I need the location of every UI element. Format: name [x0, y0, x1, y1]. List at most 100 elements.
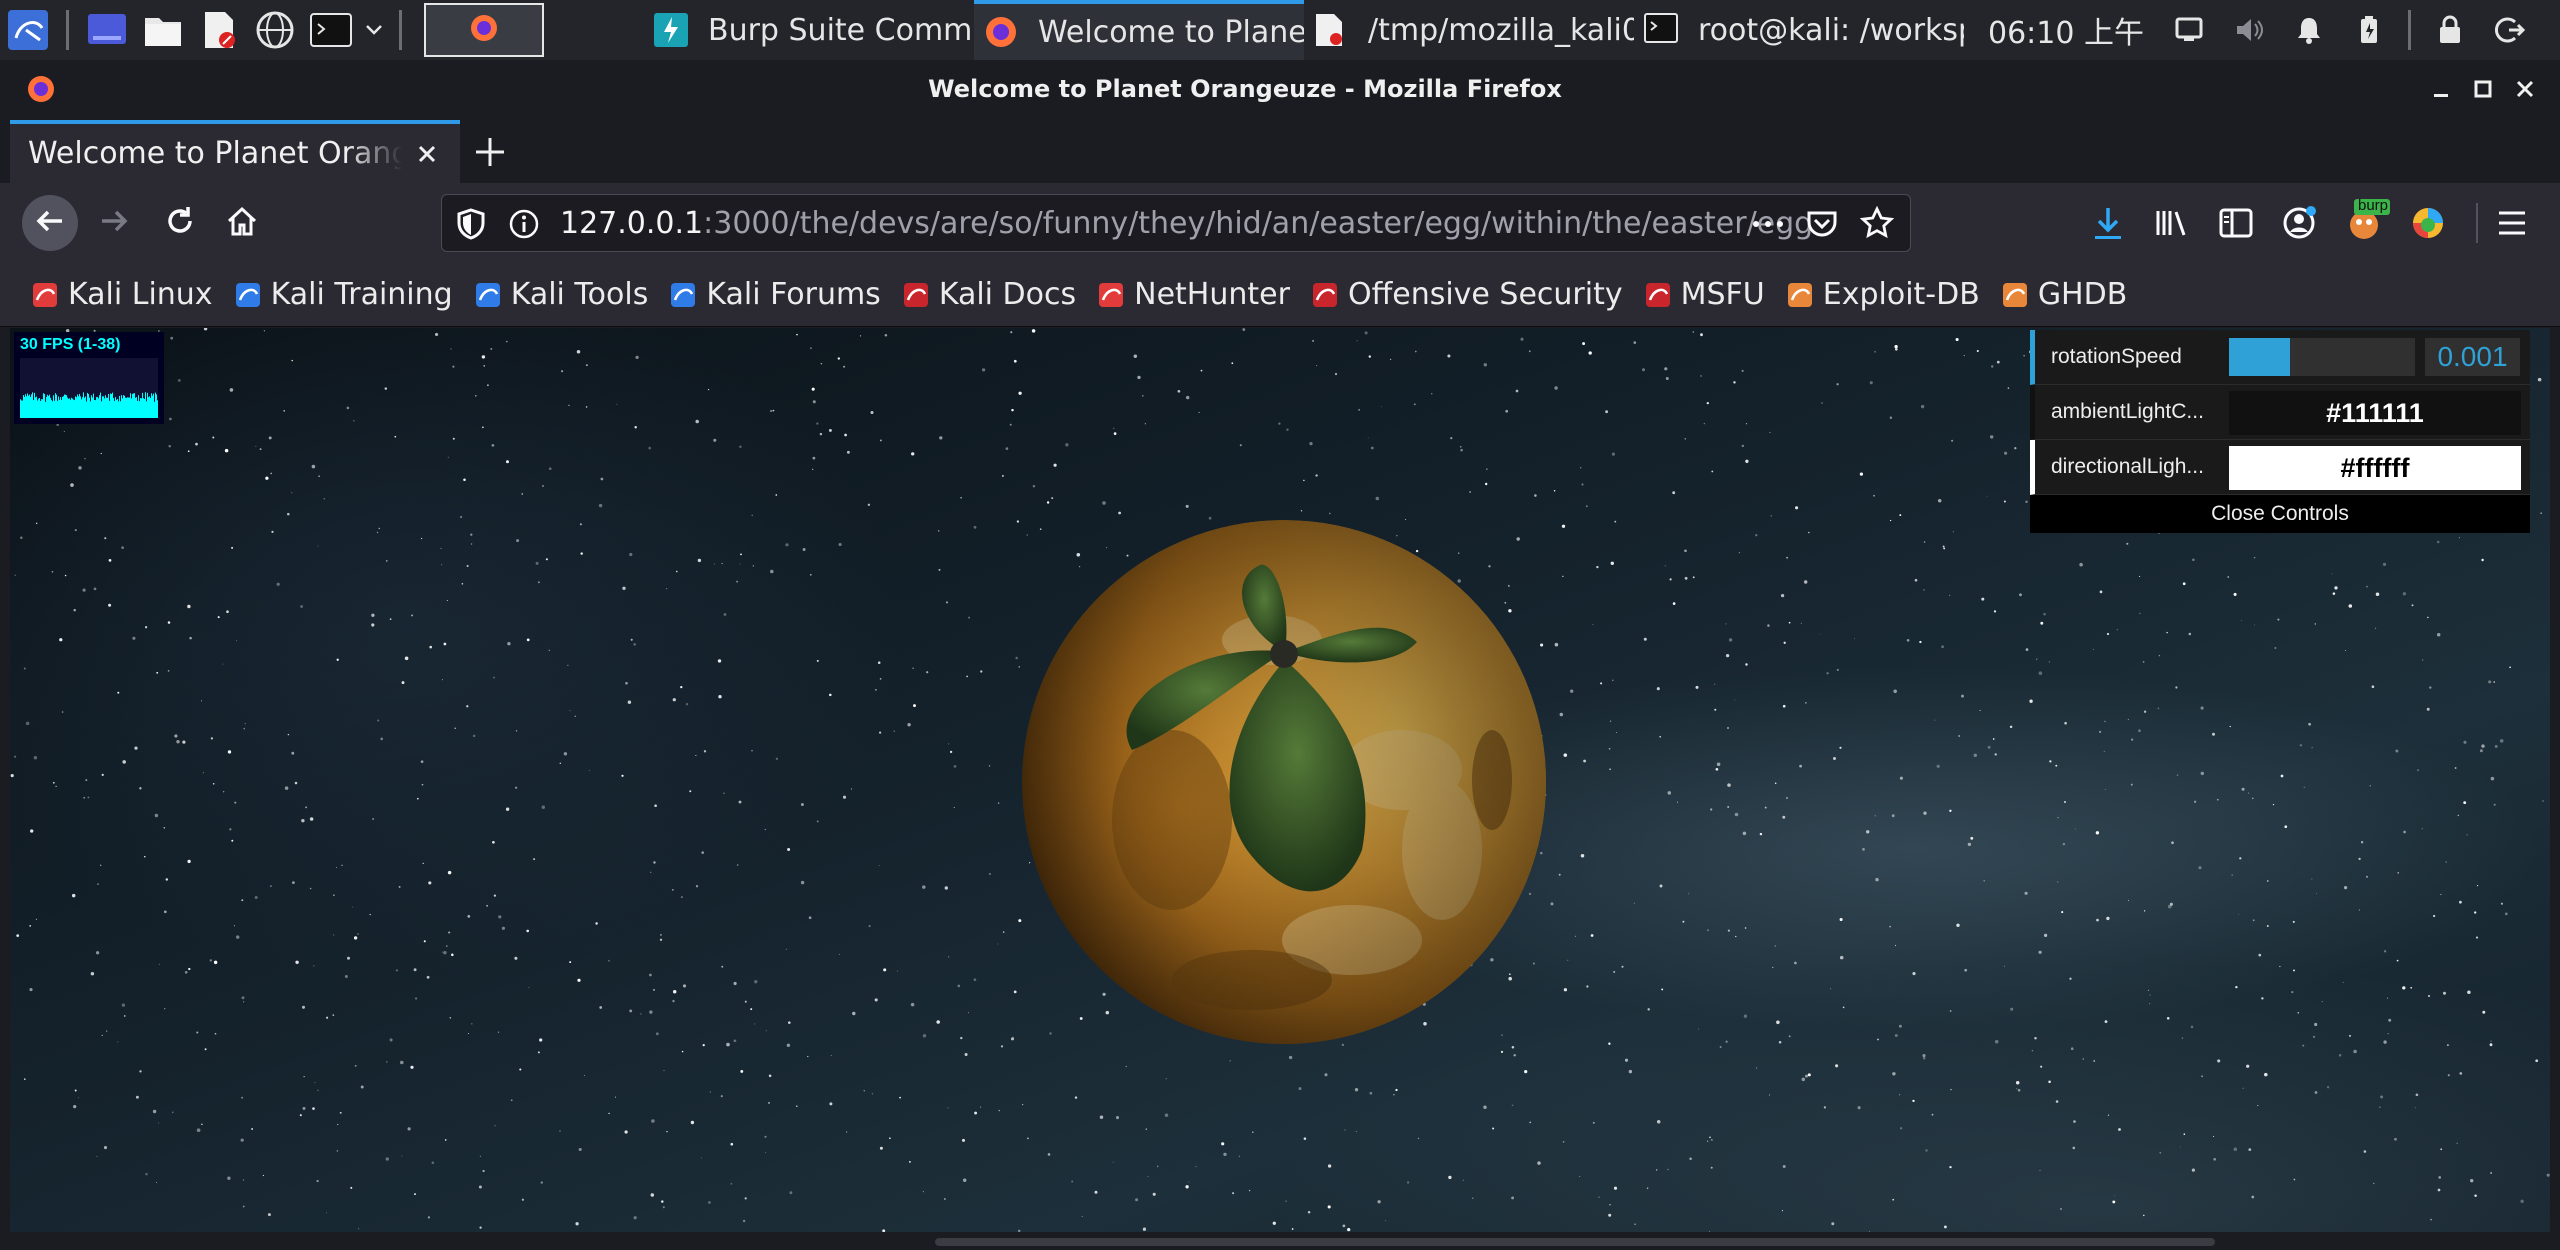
clock[interactable]: 06:10 上午 [1988, 8, 2144, 52]
bookmark-label: Exploit-DB [1822, 277, 1980, 312]
reload-button[interactable] [152, 195, 208, 251]
task-document[interactable]: /tmp/mozilla_kali0... [1304, 0, 1634, 60]
bookmark-label: Kali Tools [510, 277, 649, 312]
directional-light-color-input[interactable]: #ffffff [2229, 446, 2521, 490]
active-firefox-launcher[interactable] [424, 3, 544, 57]
taskbar-separator [66, 10, 69, 50]
bookmark-label: Offensive Security [1347, 277, 1623, 312]
fps-graph [20, 358, 158, 418]
volume-icon[interactable] [2234, 15, 2264, 45]
bookmark-label: GHDB [2037, 277, 2128, 312]
nethunter-icon [1096, 280, 1126, 310]
downloads-icon[interactable] [2090, 205, 2126, 241]
navigation-toolbar: 127.0.0.1:3000/the/devs/are/so/funny/the… [0, 183, 2560, 263]
bookmark-msfu[interactable]: MSFU [1643, 277, 1765, 312]
gui-row-directional-light-color: directionalLigh... #ffffff [2030, 440, 2530, 495]
new-tab-icon[interactable] [470, 132, 510, 172]
launcher-dropdown-icon[interactable] [363, 8, 385, 52]
back-button[interactable] [22, 195, 78, 251]
home-icon [225, 205, 259, 241]
forward-arrow-icon [98, 205, 130, 241]
minimize-icon[interactable] [2430, 78, 2452, 100]
gui-row-ambient-light-color: ambientLightC... #111111 [2030, 385, 2530, 440]
task-terminal[interactable]: root@kali: /worksp... [1634, 0, 1964, 60]
rotation-speed-slider[interactable] [2229, 338, 2415, 376]
close-tab-icon[interactable] [412, 139, 442, 169]
site-info-icon[interactable] [508, 208, 540, 244]
firefox-icon [984, 15, 1018, 49]
ambient-light-color-input[interactable]: #111111 [2229, 391, 2521, 435]
kali-forums-icon [668, 280, 698, 310]
forward-button[interactable] [86, 195, 142, 251]
offsec-icon [1310, 280, 1340, 310]
rotation-speed-input[interactable]: 0.001 [2425, 338, 2520, 376]
maximize-icon[interactable] [2472, 78, 2494, 100]
account-icon[interactable] [2282, 205, 2318, 241]
gui-label-rotation-speed: rotationSpeed [2051, 345, 2182, 368]
msfu-icon [1643, 280, 1673, 310]
bookmark-nethunter[interactable]: NetHunter [1096, 277, 1290, 312]
close-window-icon[interactable] [2514, 78, 2536, 100]
extension-colorful-icon[interactable] [2410, 205, 2446, 241]
reload-icon [164, 205, 196, 241]
webgl-scene[interactable]: 30 FPS (1-38) rotationSpeed 0.001 ambien… [10, 328, 2550, 1232]
close-controls-button[interactable]: Close Controls [2030, 495, 2530, 533]
kali-docs-icon [901, 280, 931, 310]
logout-icon[interactable] [2495, 15, 2525, 45]
gui-label-ambient-light-color: ambientLightC... [2051, 400, 2204, 423]
terminal-launcher-icon[interactable] [309, 8, 353, 52]
library-icon[interactable] [2154, 205, 2190, 241]
kali-menu-icon[interactable] [6, 8, 50, 52]
url-path: :3000/the/devs/are/so/funny/they/hid/an/… [703, 205, 1814, 241]
show-desktop-icon[interactable] [85, 8, 129, 52]
text-editor-icon[interactable] [197, 8, 241, 52]
bookmark-label: NetHunter [1134, 277, 1290, 312]
url-bar[interactable]: 127.0.0.1:3000/the/devs/are/so/funny/the… [441, 194, 1911, 252]
planet-orange[interactable] [1022, 520, 1547, 1045]
window-bottom-border [0, 1232, 2560, 1250]
bookmark-kali-tools[interactable]: Kali Tools [473, 277, 649, 312]
notifications-icon[interactable] [2294, 15, 2324, 45]
battery-icon[interactable] [2354, 15, 2384, 45]
bookmark-offensive-security[interactable]: Offensive Security [1310, 277, 1623, 312]
sidebar-toggle-icon[interactable] [2218, 205, 2254, 241]
bookmarks-toolbar: Kali Linux Kali Training Kali Tools Kali Fo… [0, 263, 2560, 327]
display-icon[interactable] [2174, 15, 2204, 45]
bookmark-label: MSFU [1680, 277, 1765, 312]
tab-strip: Welcome to Planet Orangeuze [0, 118, 2560, 183]
bookmark-kali-forums[interactable]: Kali Forums [668, 277, 881, 312]
kali-training-icon [233, 280, 263, 310]
bookmark-ghdb[interactable]: GHDB [2000, 277, 2128, 312]
bookmark-kali-linux[interactable]: Kali Linux [30, 277, 213, 312]
bookmark-label: Kali Linux [68, 277, 213, 312]
page-actions-ellipsis-icon[interactable] [1748, 208, 1788, 244]
tab-label: Welcome to Planet Orangeuze [28, 136, 402, 171]
bookmark-label: Kali Training [270, 277, 453, 312]
bookmark-kali-training[interactable]: Kali Training [233, 277, 453, 312]
fps-meter[interactable]: 30 FPS (1-38) [14, 332, 164, 424]
home-button[interactable] [214, 195, 270, 251]
task-burp-suite[interactable]: Burp Suite Commu... [644, 0, 974, 60]
tab-planet-orangeuze[interactable]: Welcome to Planet Orangeuze [10, 120, 460, 183]
hamburger-menu-icon[interactable] [2494, 205, 2530, 241]
horizontal-scroll-indicator[interactable] [935, 1238, 2215, 1246]
bookmark-kali-docs[interactable]: Kali Docs [901, 277, 1076, 312]
url-host: 127.0.0.1 [560, 205, 704, 241]
tracking-protection-shield-icon[interactable] [456, 208, 486, 244]
toolbar-separator [2476, 203, 2478, 243]
bookmark-star-icon[interactable] [1859, 205, 1895, 244]
lock-screen-icon[interactable] [2435, 15, 2465, 45]
burp-badge: burp [2358, 197, 2389, 214]
file-manager-icon[interactable] [141, 8, 185, 52]
web-browser-icon[interactable] [253, 8, 297, 52]
exploit-db-icon [1785, 280, 1815, 310]
url-text[interactable]: 127.0.0.1:3000/the/devs/are/so/funny/the… [560, 206, 1813, 241]
task-firefox[interactable]: Welcome to Planet... [974, 0, 1304, 60]
terminal-icon [1644, 13, 1678, 47]
taskbar-separator [2408, 10, 2411, 50]
pocket-icon[interactable] [1806, 208, 1838, 244]
gui-label-directional-light-color: directionalLigh... [2051, 455, 2204, 478]
bookmark-exploit-db[interactable]: Exploit-DB [1785, 277, 1980, 312]
firefox-icon [469, 13, 499, 47]
burp-extension-icon[interactable]: burp [2344, 197, 2390, 243]
